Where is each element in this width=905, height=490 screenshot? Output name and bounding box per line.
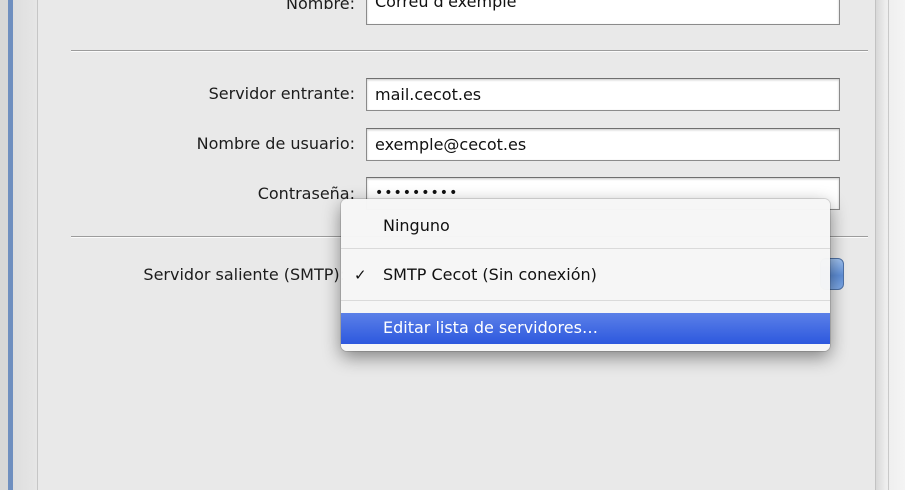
username-label: Nombre de usuario: bbox=[196, 134, 355, 153]
username-field[interactable]: exemple@cecot.es bbox=[366, 128, 840, 161]
checkmark-icon: ✓ bbox=[354, 266, 367, 284]
menu-item-none[interactable]: Ninguno bbox=[341, 211, 830, 241]
window-left-frame bbox=[0, 0, 38, 490]
account-name-label: Nombre: bbox=[286, 0, 355, 13]
window-right-frame bbox=[876, 0, 905, 490]
menu-item-label: SMTP Cecot (Sin conexión) bbox=[383, 265, 597, 284]
menu-item-smtp-cecot[interactable]: ✓ SMTP Cecot (Sin conexión) bbox=[341, 260, 830, 290]
menu-separator bbox=[341, 248, 830, 249]
section-divider bbox=[71, 50, 868, 52]
smtp-server-menu: Ninguno ✓ SMTP Cecot (Sin conexión) Edit… bbox=[341, 199, 830, 351]
menu-item-label: Editar lista de servidores… bbox=[383, 318, 598, 337]
account-name-field[interactable]: Correu d'exemple bbox=[366, 0, 840, 25]
outgoing-server-label: Servidor saliente (SMTP): bbox=[143, 265, 345, 284]
menu-item-label: Ninguno bbox=[383, 216, 450, 235]
menu-separator bbox=[341, 300, 830, 301]
incoming-server-label: Servidor entrante: bbox=[208, 84, 355, 103]
menu-item-edit-server-list[interactable]: Editar lista de servidores… bbox=[341, 313, 830, 344]
incoming-server-field[interactable]: mail.cecot.es bbox=[366, 78, 840, 111]
password-label: Contraseña: bbox=[257, 184, 355, 203]
